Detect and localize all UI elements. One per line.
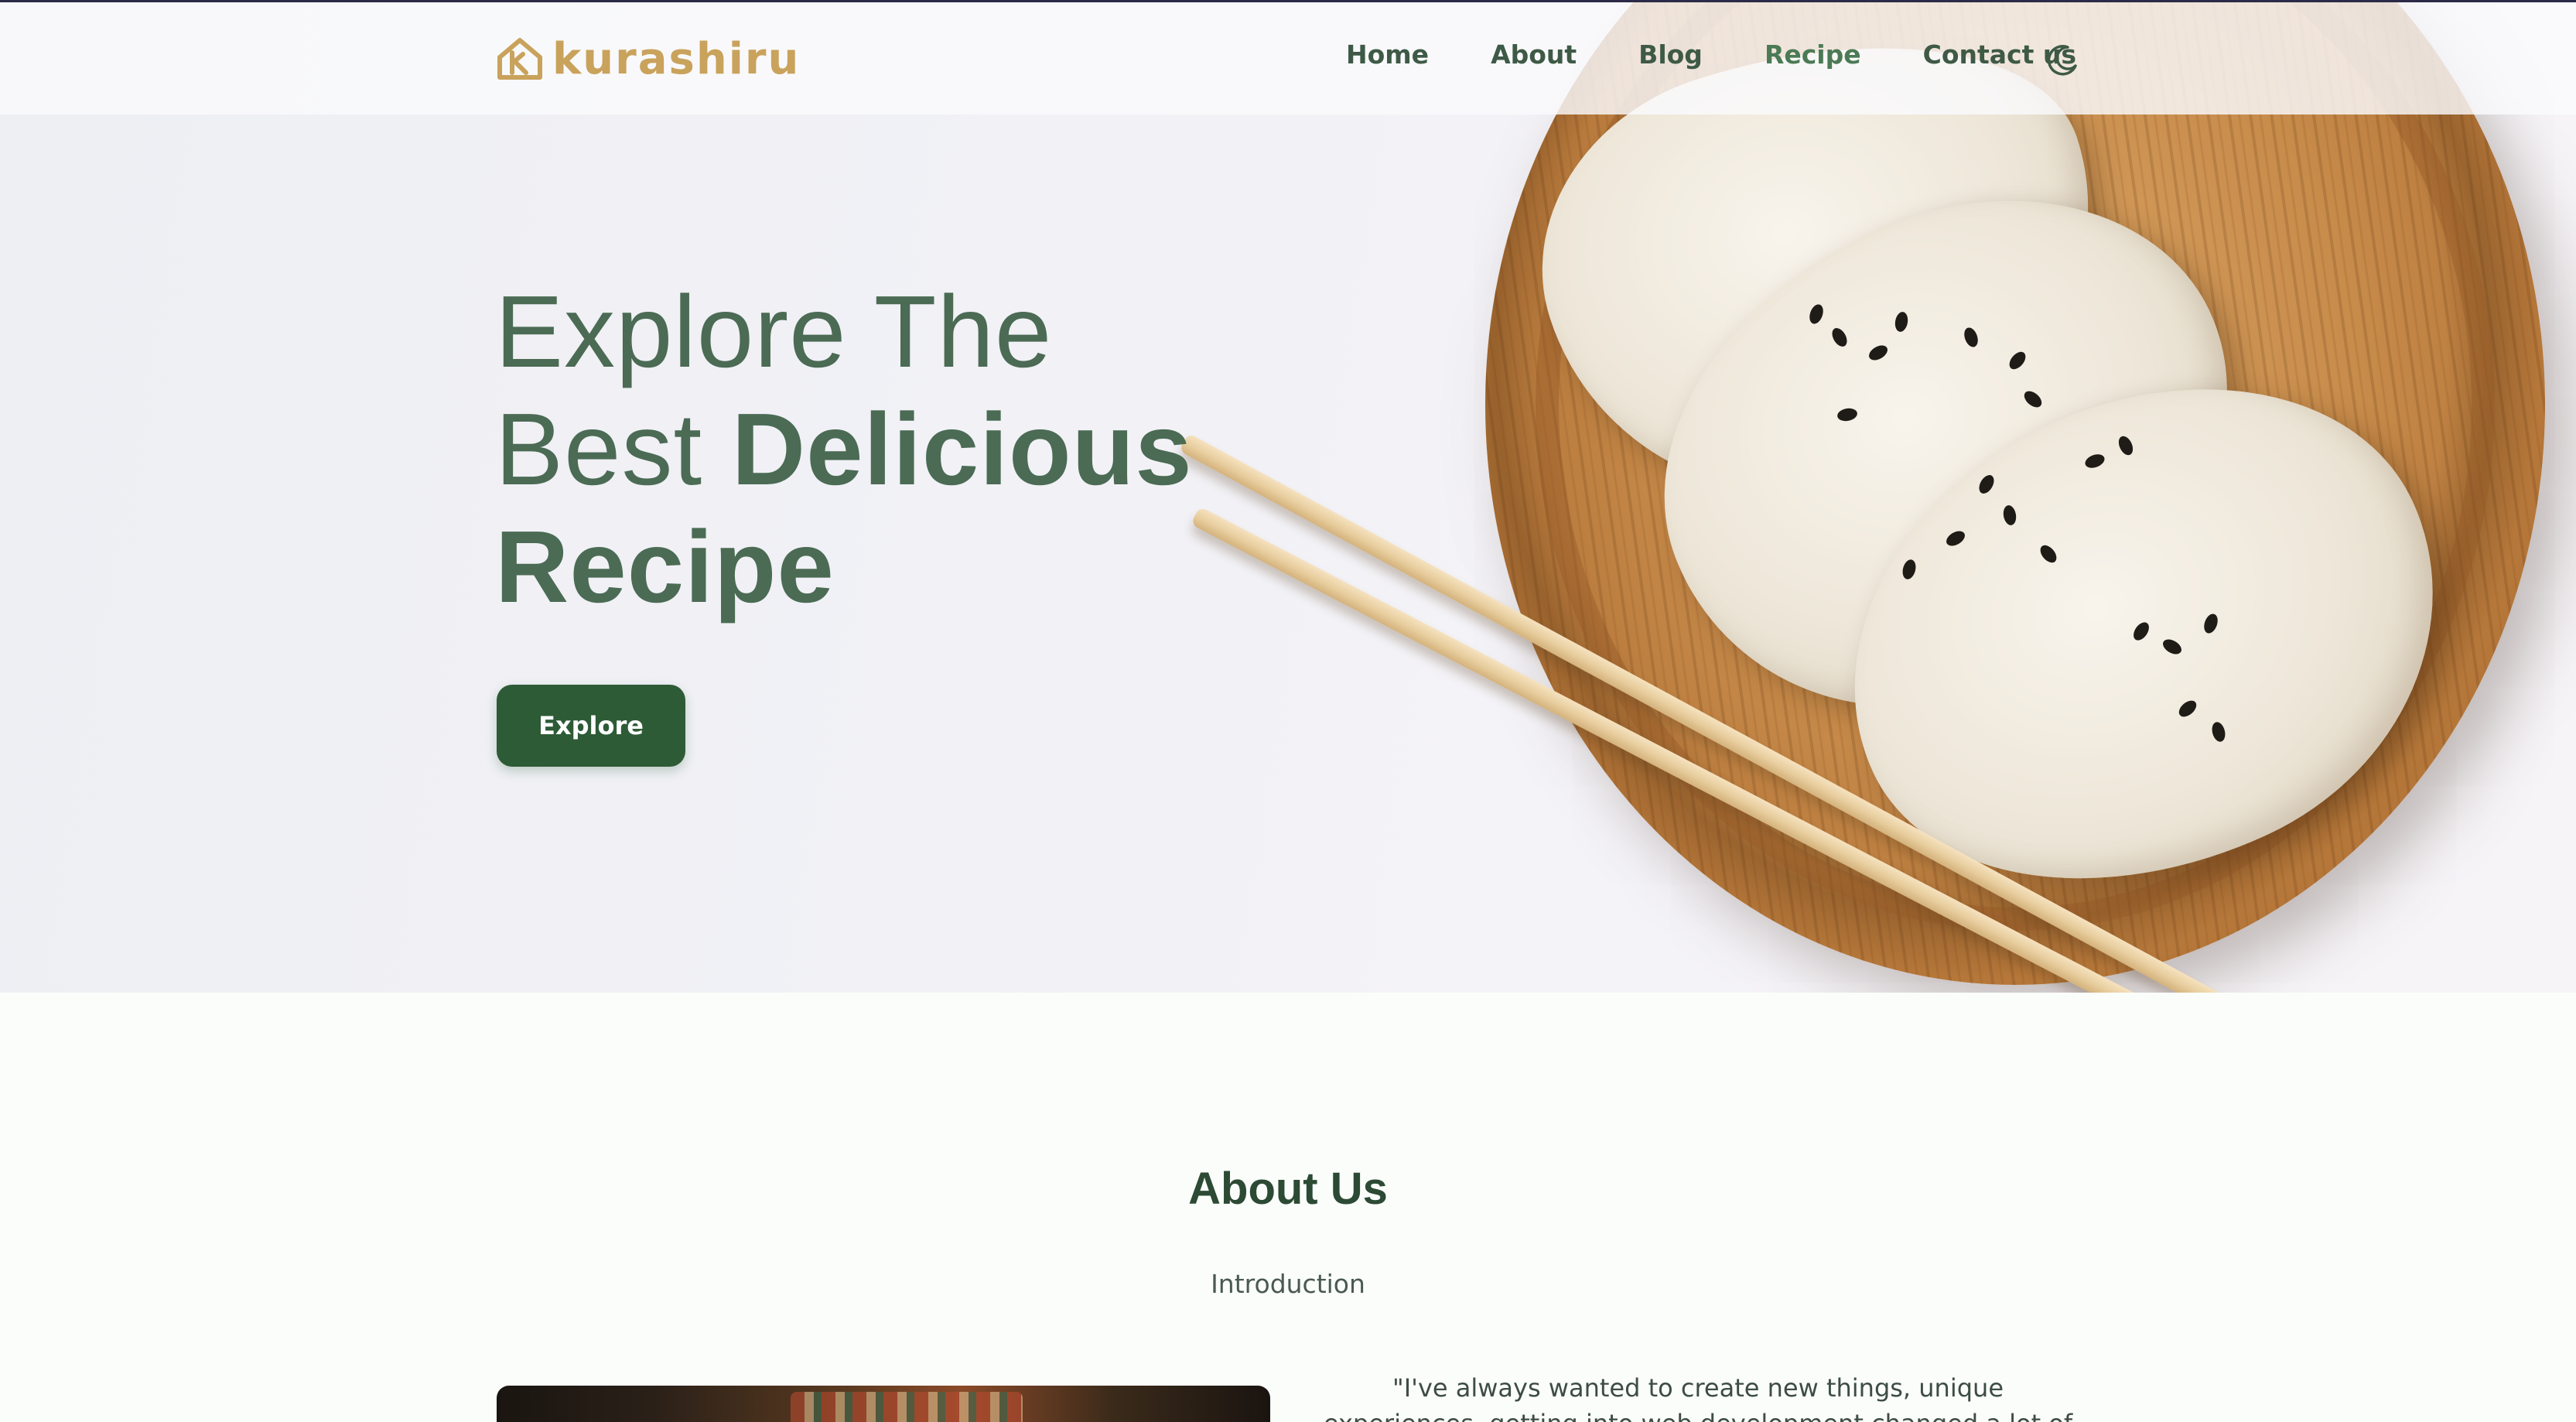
explore-button[interactable]: Explore: [497, 685, 685, 767]
house-logo-icon: [497, 38, 542, 80]
top-navbar: kurashiru Home About Blog Recipe Contact…: [0, 2, 2576, 115]
nav-links: Home About Blog Recipe Contact us: [1346, 39, 2076, 70]
about-image: [497, 1386, 1270, 1422]
nav-link-blog[interactable]: Blog: [1638, 39, 1703, 70]
logo[interactable]: kurashiru: [495, 32, 800, 86]
hero-title-line2-light: Best: [495, 392, 732, 506]
nav-link-home[interactable]: Home: [1346, 39, 1429, 70]
about-quote: "I've always wanted to create new things…: [1324, 1373, 2072, 1422]
nav-link-about[interactable]: About: [1491, 39, 1577, 70]
hero-title-line2-bold: Delicious: [731, 392, 1193, 506]
hero-section: Explore The Best Delicious Recipe Explor…: [0, 2, 2576, 993]
about-subtitle: Introduction: [1211, 1269, 1365, 1299]
about-title: About Us: [1188, 1164, 1388, 1214]
hero-title: Explore The Best Delicious Recipe: [495, 273, 1193, 626]
hero-title-line1: Explore The: [495, 275, 1053, 388]
hero-title-line3: Recipe: [495, 510, 835, 624]
nav-link-recipe[interactable]: Recipe: [1765, 39, 1861, 70]
logo-text: kurashiru: [552, 33, 801, 84]
moon-icon[interactable]: [2045, 43, 2080, 78]
